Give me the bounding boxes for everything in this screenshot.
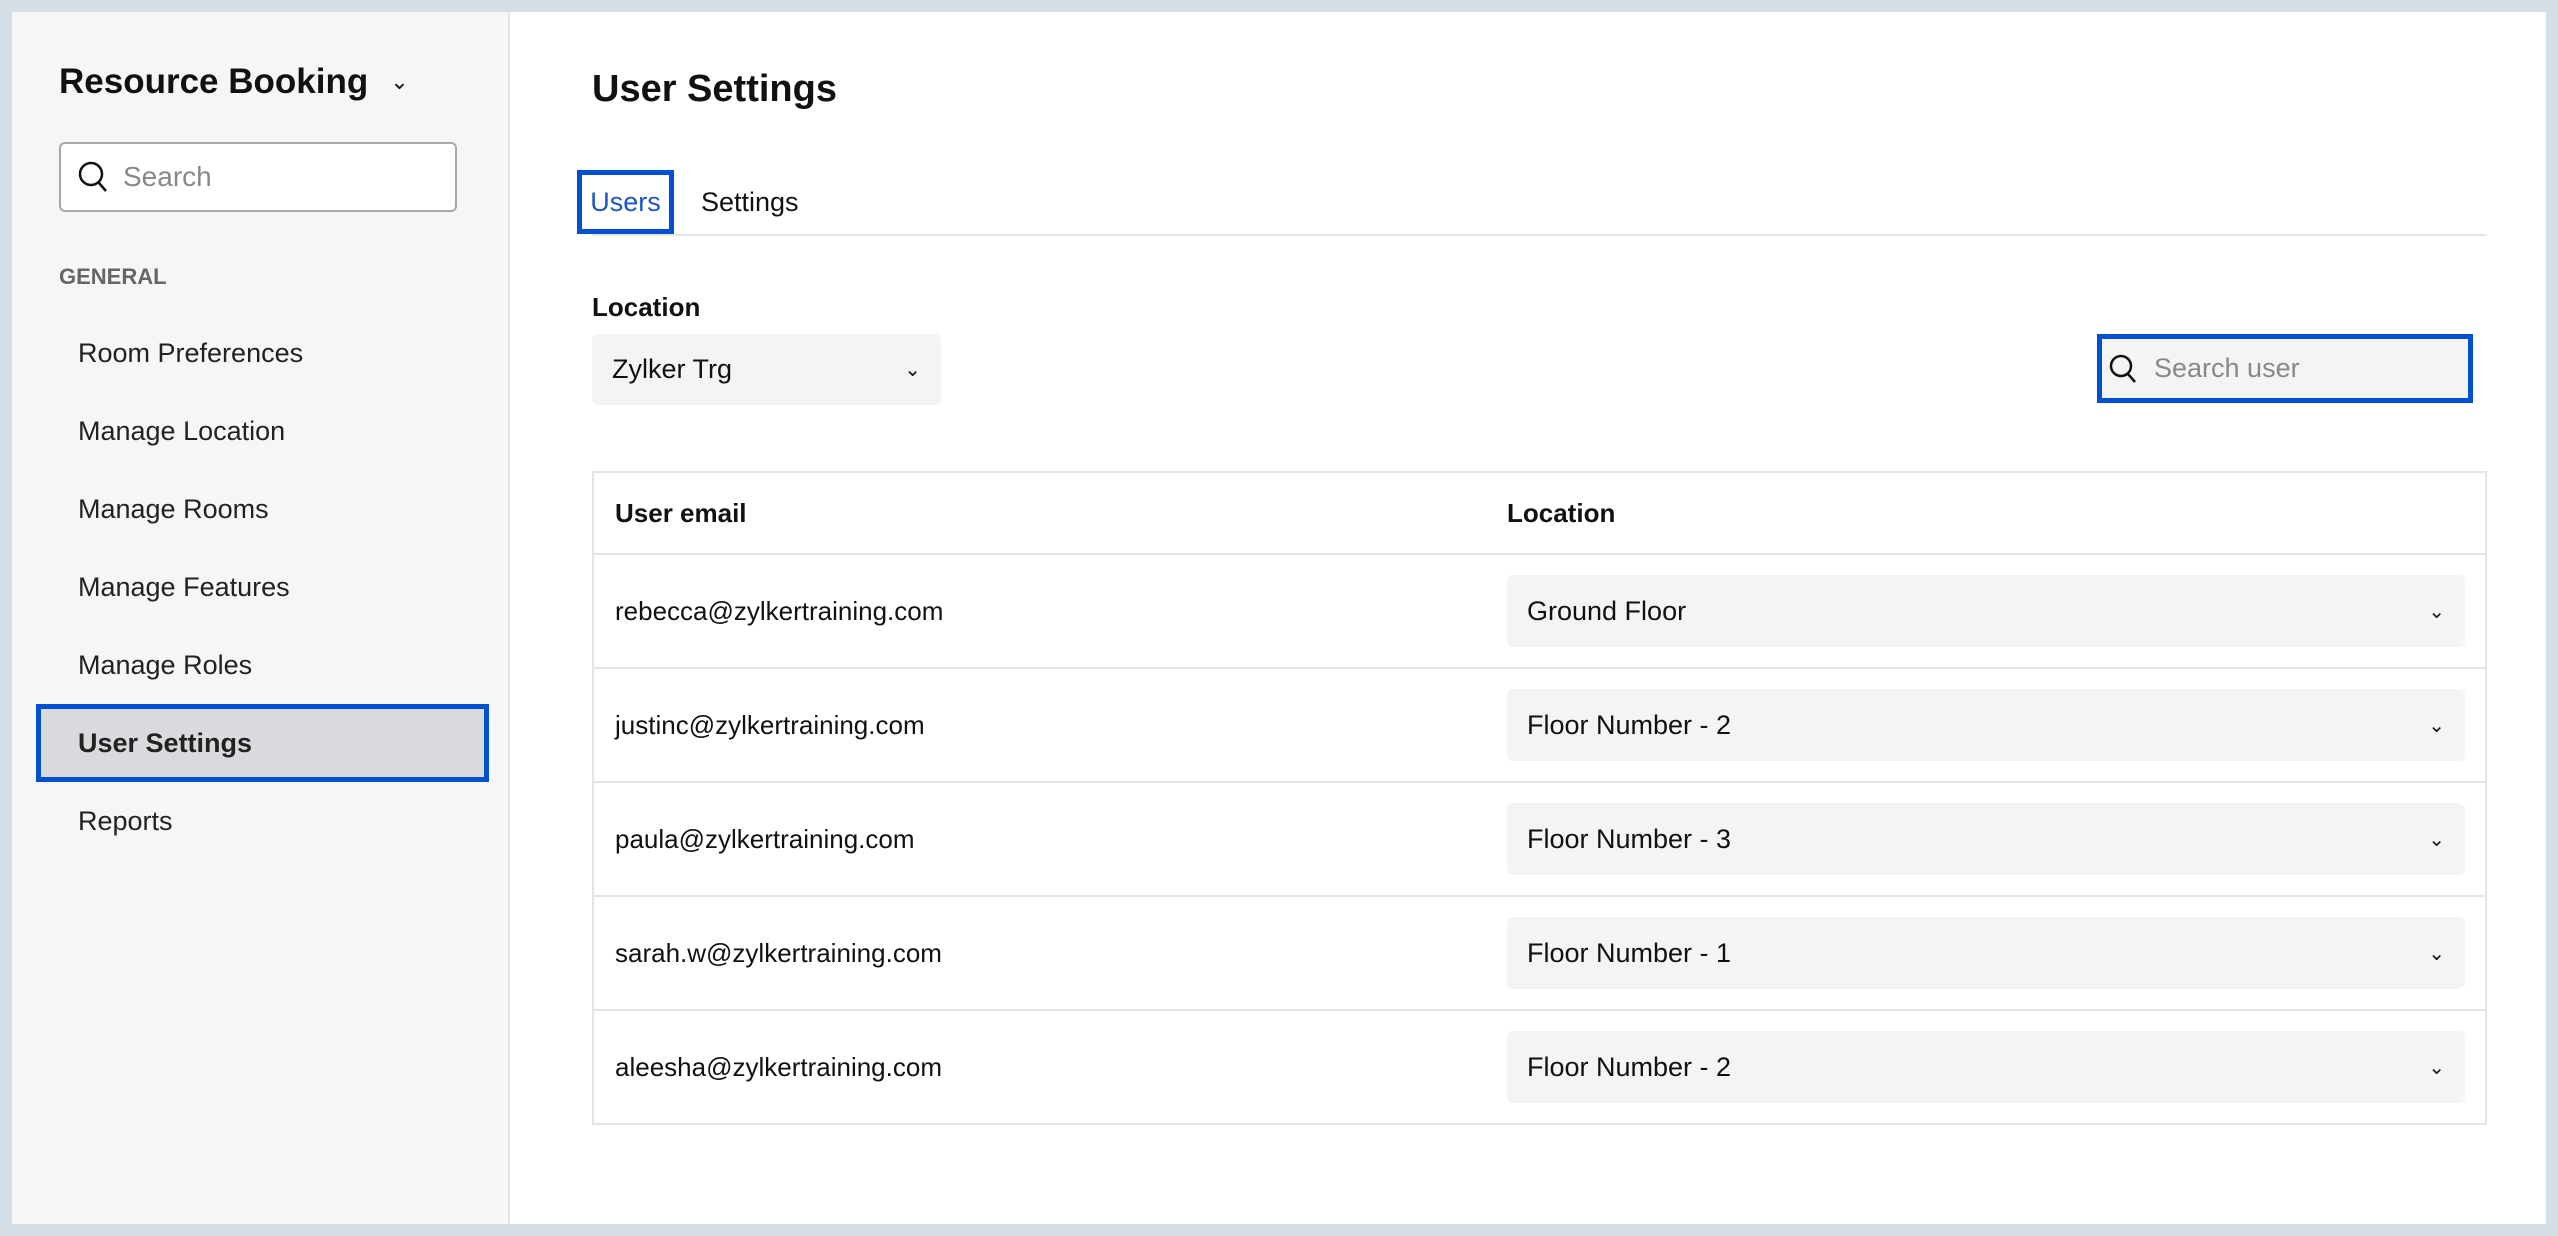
user-location-select[interactable]: Floor Number - 3 ⌄	[1507, 803, 2465, 875]
chevron-down-icon: ⌄	[2428, 942, 2445, 965]
user-location-select[interactable]: Floor Number - 2 ⌄	[1507, 1031, 2465, 1103]
main-content: User Settings Users Settings Location Zy…	[577, 12, 2546, 1224]
chevron-down-icon: ⌄	[2428, 1056, 2445, 1079]
tab-settings[interactable]: Settings	[701, 170, 799, 234]
app-switcher[interactable]: Resource Booking ⌄	[59, 62, 409, 102]
sidebar-menu: Room Preferences Manage Location Manage …	[36, 314, 489, 860]
table-row: justinc@zylkertraining.com Floor Number …	[594, 667, 2485, 781]
user-location-value: Floor Number - 1	[1527, 937, 1732, 968]
user-location-value: Floor Number - 3	[1527, 823, 1732, 854]
chevron-down-icon: ⌄	[904, 359, 921, 381]
sidebar-item-manage-features[interactable]: Manage Features	[36, 548, 489, 626]
user-email: justinc@zylkertraining.com	[615, 709, 925, 740]
section-heading-general: GENERAL	[59, 264, 167, 289]
app-window: Resource Booking ⌄ Search GENERAL Room P…	[12, 12, 2546, 1224]
table-row: rebecca@zylkertraining.com Ground Floor ⌄	[594, 553, 2485, 667]
user-location-select[interactable]: Floor Number - 2 ⌄	[1507, 689, 2465, 761]
column-header-email: User email	[615, 497, 747, 528]
users-table: User email Location rebecca@zylkertraini…	[592, 471, 2487, 1125]
table-row: paula@zylkertraining.com Floor Number - …	[594, 781, 2485, 895]
page-title: User Settings	[592, 68, 837, 110]
user-email: aleesha@zylkertraining.com	[615, 1051, 942, 1082]
sidebar-item-manage-location[interactable]: Manage Location	[36, 392, 489, 470]
sidebar-item-manage-rooms[interactable]: Manage Rooms	[36, 470, 489, 548]
user-location-value: Floor Number - 2	[1527, 1051, 1732, 1082]
table-row: aleesha@zylkertraining.com Floor Number …	[594, 1009, 2485, 1123]
user-email: sarah.w@zylkertraining.com	[615, 937, 942, 968]
app-title: Resource Booking	[59, 62, 369, 101]
table-header: User email Location	[594, 473, 2485, 553]
user-location-select[interactable]: Floor Number - 1 ⌄	[1507, 917, 2465, 989]
user-location-select[interactable]: Ground Floor ⌄	[1507, 575, 2465, 647]
chevron-down-icon: ⌄	[2428, 828, 2445, 851]
search-icon	[2109, 354, 2136, 383]
chevron-down-icon: ⌄	[2428, 714, 2445, 737]
user-location-value: Ground Floor	[1527, 595, 1687, 626]
location-select[interactable]: Zylker Trg ⌄	[592, 334, 941, 405]
search-placeholder: Search	[123, 161, 212, 192]
search-user-input[interactable]: Search user	[2097, 334, 2473, 403]
user-email: rebecca@zylkertraining.com	[615, 595, 944, 626]
tab-bar: Users Settings	[577, 170, 2487, 236]
search-icon	[78, 161, 107, 192]
search-user-placeholder: Search user	[2154, 353, 2300, 383]
sidebar-item-room-preferences[interactable]: Room Preferences	[36, 314, 489, 392]
sidebar-item-reports[interactable]: Reports	[36, 782, 489, 860]
chevron-down-icon: ⌄	[2428, 600, 2445, 623]
location-label: Location	[592, 292, 701, 322]
sidebar-item-manage-roles[interactable]: Manage Roles	[36, 626, 489, 704]
user-email: paula@zylkertraining.com	[615, 823, 915, 854]
sidebar: Resource Booking ⌄ Search GENERAL Room P…	[12, 12, 510, 1224]
sidebar-search-input[interactable]: Search	[59, 142, 457, 212]
table-row: sarah.w@zylkertraining.com Floor Number …	[594, 895, 2485, 1009]
user-location-value: Floor Number - 2	[1527, 709, 1732, 740]
location-select-value: Zylker Trg	[612, 354, 733, 384]
tab-users[interactable]: Users	[577, 170, 674, 234]
chevron-down-icon: ⌄	[390, 69, 409, 94]
column-header-location: Location	[1507, 497, 1616, 528]
sidebar-item-user-settings[interactable]: User Settings	[36, 704, 489, 782]
